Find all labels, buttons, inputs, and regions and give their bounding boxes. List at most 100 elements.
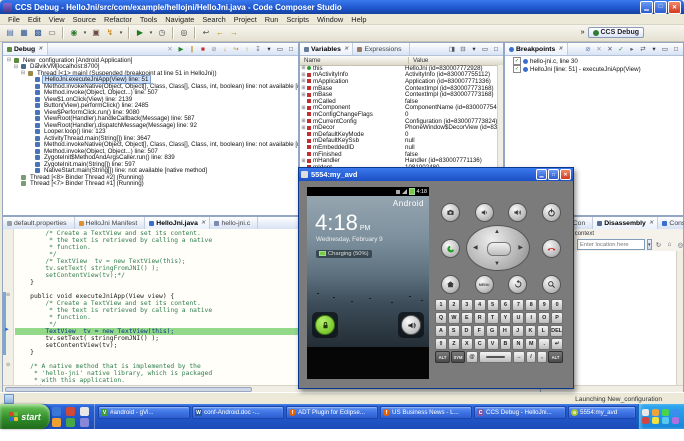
- menu-item[interactable]: Source: [69, 15, 100, 24]
- key[interactable]: ,: [537, 351, 547, 363]
- key[interactable]: 6: [499, 299, 512, 311]
- key[interactable]: ALT: [435, 351, 450, 363]
- key[interactable]: 3: [460, 299, 473, 311]
- tree-expander-icon[interactable]: ⊟: [6, 57, 12, 63]
- tray-icon[interactable]: [662, 417, 669, 424]
- expander-icon[interactable]: ⊞: [300, 105, 307, 111]
- dpad-right-icon[interactable]: ▶: [518, 245, 523, 251]
- taskbar-button[interactable]: f ADT Plugin for Eclipse...: [286, 406, 378, 419]
- step-into-icon[interactable]: ↓: [220, 44, 230, 55]
- show-type-names-icon[interactable]: ◨: [447, 44, 457, 55]
- step-over-icon[interactable]: ↪: [231, 44, 241, 55]
- column-name[interactable]: Name: [300, 57, 409, 64]
- tab-debug[interactable]: Debug ✕: [3, 43, 48, 55]
- taskbar-button[interactable]: V #android - gVi...: [98, 406, 190, 419]
- separator[interactable]: [62, 27, 64, 39]
- separator[interactable]: [194, 27, 196, 39]
- profile-icon[interactable]: ◷: [156, 27, 168, 39]
- new-target-config-icon[interactable]: ▣: [90, 27, 102, 39]
- volume-down-button[interactable]: [474, 203, 494, 222]
- menu-item[interactable]: File: [4, 15, 24, 24]
- key[interactable]: L: [537, 325, 550, 337]
- menu-icon[interactable]: ▾: [469, 44, 479, 55]
- variables-tab[interactable]: Variables ✕: [300, 43, 354, 55]
- tray-icon[interactable]: [652, 417, 659, 424]
- editor-tab[interactable]: hello-jni.c: [210, 217, 259, 229]
- separator[interactable]: [128, 27, 130, 39]
- print-icon[interactable]: ▭: [46, 27, 58, 39]
- key[interactable]: I: [525, 312, 538, 324]
- close-button[interactable]: ✕: [560, 169, 571, 180]
- terminate-icon[interactable]: ■: [198, 44, 208, 55]
- quick-launch-icon[interactable]: [80, 406, 89, 416]
- expander-icon[interactable]: ⊞: [300, 78, 307, 84]
- expander-icon[interactable]: ⊞: [300, 72, 307, 78]
- power-button[interactable]: [541, 203, 561, 222]
- key[interactable]: 8: [525, 299, 538, 311]
- key[interactable]: Y: [499, 312, 512, 324]
- end-call-button[interactable]: [542, 239, 561, 258]
- emulator-title-bar[interactable]: 5554:my_avd ▁ □ ✕: [299, 168, 573, 181]
- close-tab-icon[interactable]: ✕: [201, 220, 206, 226]
- tray-icon[interactable]: [652, 409, 659, 416]
- perspective-button[interactable]: CCS Debug: [587, 27, 644, 38]
- key[interactable]: →: [513, 351, 525, 363]
- column-value[interactable]: Value: [409, 57, 428, 64]
- menu-icon[interactable]: ▾: [264, 44, 274, 55]
- menu-item[interactable]: View: [45, 15, 69, 24]
- taskbar-button[interactable]: W conf-Android.doc -...: [192, 406, 284, 419]
- fold-marker-icon[interactable]: ⊖: [6, 293, 10, 298]
- run-icon[interactable]: ▶: [134, 27, 146, 39]
- key[interactable]: 7: [512, 299, 525, 311]
- maximize-icon[interactable]: □: [671, 44, 681, 55]
- quick-launch-icon[interactable]: [52, 417, 61, 427]
- key[interactable]: F: [473, 325, 486, 337]
- location-input[interactable]: [577, 239, 645, 250]
- remove-all-breakpoints-icon[interactable]: ✕: [605, 44, 615, 55]
- disconnect-icon[interactable]: ⊘: [209, 44, 219, 55]
- key[interactable]: X: [460, 338, 473, 350]
- perspective-more[interactable]: »: [581, 29, 585, 36]
- breakpoint-checkbox[interactable]: ✓: [513, 65, 521, 73]
- variables-tab[interactable]: Expressions: [353, 43, 410, 55]
- tray-icon[interactable]: [662, 409, 669, 416]
- save-all-icon[interactable]: ▩: [32, 27, 44, 39]
- volume-up-button[interactable]: [508, 203, 528, 222]
- key[interactable]: DEL: [550, 325, 563, 337]
- dropdown-icon[interactable]: ▾: [118, 27, 124, 39]
- quick-launch-icon[interactable]: [66, 406, 75, 416]
- taskbar-button[interactable]: f US Business News - L...: [380, 406, 472, 419]
- unlock-button[interactable]: [312, 312, 338, 338]
- minimize-button[interactable]: ▁: [640, 0, 653, 14]
- dpad-down-icon[interactable]: ▼: [494, 261, 500, 267]
- back-icon[interactable]: ←: [214, 27, 226, 39]
- debug-icon[interactable]: ◉: [68, 27, 80, 39]
- tray-icon[interactable]: [672, 409, 679, 416]
- dpad[interactable]: ▲ ◀ ▶ ▼: [466, 225, 530, 271]
- key[interactable]: A: [435, 325, 447, 337]
- quick-launch-icon[interactable]: [66, 417, 75, 427]
- key[interactable]: R: [473, 312, 486, 324]
- maximize-icon[interactable]: □: [491, 44, 501, 55]
- editor-tab[interactable]: default.properties: [3, 217, 75, 229]
- taskbar-button[interactable]: C CCS Debug - HelloJni...: [474, 406, 566, 419]
- close-tab-icon[interactable]: ✕: [649, 220, 654, 226]
- menu-item[interactable]: Navigate: [161, 15, 198, 24]
- key[interactable]: /: [526, 351, 536, 363]
- tree-expander-icon[interactable]: ⊟: [13, 64, 19, 70]
- breakpoint-checkbox[interactable]: ✓: [513, 57, 521, 65]
- drop-to-frame-icon[interactable]: ↧: [253, 44, 263, 55]
- key[interactable]: B: [499, 338, 512, 350]
- show-supported-icon[interactable]: ✓: [616, 44, 626, 55]
- android-emulator-window[interactable]: 5554:my_avd ▁ □ ✕ 4:18 Android 4:18 PM W…: [298, 167, 574, 389]
- right-panel-tab[interactable]: Console: [658, 217, 684, 229]
- home-button[interactable]: [441, 275, 460, 294]
- key[interactable]: 9: [538, 299, 551, 311]
- menu-item[interactable]: Scripts: [282, 15, 313, 24]
- key[interactable]: Q: [435, 312, 447, 324]
- key[interactable]: 0: [551, 299, 564, 311]
- key[interactable]: S: [447, 325, 460, 337]
- key[interactable]: 5: [486, 299, 499, 311]
- key[interactable]: 1: [435, 299, 447, 311]
- minimize-icon[interactable]: ▭: [480, 44, 490, 55]
